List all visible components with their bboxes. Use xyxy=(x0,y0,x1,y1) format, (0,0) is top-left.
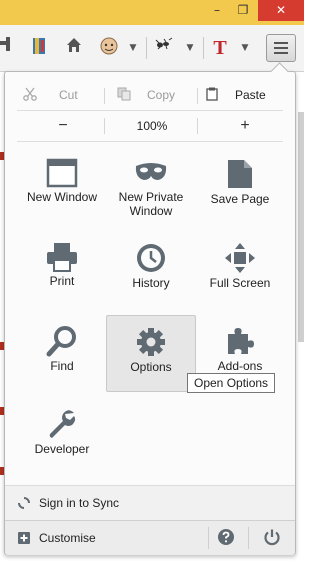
addon-dropdown-icon[interactable]: ▼ xyxy=(238,37,252,59)
copy-icon xyxy=(117,87,131,101)
help-button[interactable] xyxy=(217,528,239,548)
zoom-separator xyxy=(197,118,198,134)
sign-in-to-sync-label: Sign in to Sync xyxy=(39,496,120,510)
footer-separator xyxy=(208,527,209,549)
navigation-toolbar: ▼ ▼ T ▼ xyxy=(0,25,304,72)
save-page-button[interactable]: Save Page xyxy=(196,148,284,224)
scissors-icon xyxy=(23,87,37,101)
full-screen-label: Full Screen xyxy=(209,276,271,290)
addon-face-icon[interactable] xyxy=(98,37,120,59)
full-screen-button[interactable]: Full Screen xyxy=(196,232,284,308)
download-icon[interactable] xyxy=(0,37,10,59)
window-titlebar: – ❐ ✕ xyxy=(0,0,304,25)
zoom-reset-button[interactable]: 100% xyxy=(109,112,195,140)
edit-controls: Cut Copy Paste xyxy=(13,80,287,110)
panel-footer: Customise xyxy=(5,520,295,555)
zoom-controls: − 100% + xyxy=(13,112,287,140)
add-ons-label: Add-ons xyxy=(217,359,263,373)
maximize-button[interactable]: ❐ xyxy=(230,0,256,21)
cut-label: Cut xyxy=(59,88,78,102)
save-page-label: Save Page xyxy=(210,192,270,206)
new-private-window-label: New Private Window xyxy=(118,190,184,218)
print-button[interactable]: Print xyxy=(18,232,106,308)
zoom-grid-divider xyxy=(17,141,283,142)
customise-label: Customise xyxy=(39,531,96,545)
find-button[interactable]: Find xyxy=(18,315,106,391)
fullscreen-icon xyxy=(225,243,255,273)
bookmarks-icon[interactable] xyxy=(28,37,50,59)
quit-button[interactable] xyxy=(263,528,285,548)
sign-in-to-sync-button[interactable]: Sign in to Sync xyxy=(5,485,295,520)
customise-button[interactable]: Customise xyxy=(5,521,201,555)
edit-separator xyxy=(197,88,198,104)
menu-icon[interactable] xyxy=(266,34,296,62)
minimize-button[interactable]: – xyxy=(204,0,230,21)
copy-label: Copy xyxy=(147,88,176,102)
history-label: History xyxy=(132,276,170,290)
printer-icon xyxy=(47,243,77,272)
new-private-window-button[interactable]: New Private Window xyxy=(107,148,195,224)
edit-zoom-divider xyxy=(17,110,283,111)
history-clock-icon xyxy=(137,244,165,272)
wrench-icon xyxy=(49,410,76,438)
find-label: Find xyxy=(50,359,74,373)
footer-separator xyxy=(248,527,249,549)
private-mask-icon xyxy=(135,163,167,180)
paste-label: Paste xyxy=(235,88,266,102)
zoom-separator xyxy=(104,118,105,134)
zoom-in-button[interactable]: + xyxy=(215,112,275,140)
sync-icon xyxy=(18,497,30,509)
history-button[interactable]: History xyxy=(107,232,195,308)
options-tooltip: Open Options xyxy=(187,373,276,393)
developer-button[interactable]: Developer xyxy=(18,398,106,474)
power-icon xyxy=(264,529,280,546)
plus-box-icon xyxy=(18,532,30,544)
options-label: Options xyxy=(130,360,172,374)
addon-dropdown-icon[interactable]: ▼ xyxy=(126,37,140,59)
toolbar-separator xyxy=(146,37,147,59)
scrollbar-thumb[interactable] xyxy=(298,112,304,342)
addon-dropdown-icon[interactable]: ▼ xyxy=(183,37,197,59)
save-page-icon xyxy=(228,160,252,188)
new-window-button[interactable]: New Window xyxy=(18,148,106,224)
options-button[interactable]: Options xyxy=(106,315,196,392)
puzzle-icon xyxy=(228,328,254,354)
copy-button[interactable]: Copy xyxy=(109,80,195,110)
gear-icon xyxy=(137,328,165,356)
help-icon xyxy=(218,529,234,545)
close-window-button[interactable]: ✕ xyxy=(258,0,304,21)
paste-button[interactable]: Paste xyxy=(202,80,287,110)
new-window-icon xyxy=(46,158,78,188)
edit-separator xyxy=(104,88,105,104)
magnifier-icon xyxy=(46,326,76,357)
zoom-out-button[interactable]: − xyxy=(33,112,93,140)
developer-label: Developer xyxy=(34,442,90,456)
cut-button[interactable]: Cut xyxy=(13,80,93,110)
addon-T-icon[interactable]: T xyxy=(210,37,230,59)
home-icon[interactable] xyxy=(63,37,85,59)
new-window-label: New Window xyxy=(26,190,98,204)
firefox-menu-panel: Cut Copy Paste − 100% + New Window New P… xyxy=(4,62,296,555)
print-label: Print xyxy=(49,274,75,288)
toolbar-separator xyxy=(203,37,204,59)
clipboard-icon xyxy=(206,87,218,101)
addon-ant-icon[interactable] xyxy=(153,37,175,59)
page-scrollbar[interactable] xyxy=(296,72,304,561)
